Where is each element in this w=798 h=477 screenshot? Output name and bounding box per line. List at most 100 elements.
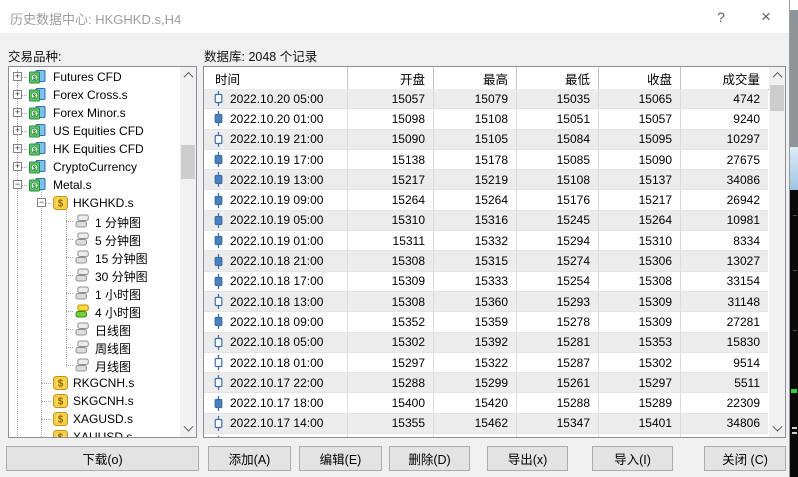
scroll-up-arrow-icon[interactable] (769, 67, 785, 83)
collapse-minus-icon[interactable]: − (13, 180, 22, 189)
cell-time: 2022.10.18 09:00 (230, 315, 323, 329)
tree-item[interactable]: $ SKGCNH.s (9, 392, 196, 410)
tree-item-label: 月线图 (95, 358, 131, 375)
table-row[interactable]: 2022.10.18 17:00153091533315254153083315… (204, 272, 768, 292)
tree-item-label: 4 小时图 (95, 304, 141, 321)
table-row[interactable]: 2022.10.20 05:00150571507915035150654742 (204, 89, 768, 109)
tree-item[interactable]: − $ Metal.s (9, 176, 196, 194)
tree-item[interactable]: 1 小时图 (9, 284, 196, 302)
export-button[interactable]: 导出(x) (487, 446, 568, 471)
tree-item[interactable]: $ XAGUSD.s (9, 410, 196, 428)
collapse-minus-icon[interactable]: − (37, 198, 46, 207)
tree-item[interactable]: 月线图 (9, 356, 196, 374)
scroll-down-arrow-icon[interactable] (769, 421, 785, 437)
tree-item-label: Forex Cross.s (53, 88, 128, 102)
cell-low: 15085 (517, 150, 599, 169)
tree-item[interactable]: 15 分钟图 (9, 248, 196, 266)
svg-text:$: $ (58, 199, 64, 210)
scroll-down-arrow-icon[interactable] (180, 421, 196, 437)
tree-item[interactable]: 日线图 (9, 320, 196, 338)
table-row-partial[interactable] (204, 434, 768, 438)
table-row[interactable]: 2022.10.19 05:00153101531615245152641098… (204, 211, 768, 231)
cell-volume: 13027 (681, 251, 768, 270)
cell-open: 15057 (348, 89, 434, 108)
table-scrollbar-thumb[interactable] (770, 85, 784, 111)
folder-dollar-icon: $ (29, 142, 46, 156)
close-button[interactable]: 关闭 (C) (704, 446, 786, 471)
candle-up-icon (214, 416, 223, 431)
cell-low: 15176 (517, 190, 599, 209)
cell-high: 15392 (434, 333, 517, 352)
cell-open: 15297 (348, 353, 434, 372)
table-row[interactable]: 2022.10.17 22:00152881529915261152975511 (204, 373, 768, 393)
table-row[interactable]: 2022.10.20 01:00150981510815051150579240 (204, 109, 768, 129)
expand-plus-icon[interactable]: + (13, 108, 22, 117)
column-header[interactable]: 时间 (204, 67, 348, 89)
cell-high: 15322 (434, 353, 517, 372)
symbol-dollar-icon: $ (53, 430, 70, 438)
column-header[interactable]: 最高 (434, 67, 517, 89)
tree-item[interactable]: + $ Futures CFD (9, 68, 196, 86)
expand-plus-icon[interactable]: + (13, 126, 22, 135)
table-row[interactable]: 2022.10.19 17:00151381517815085150902767… (204, 150, 768, 170)
candle-up-icon (214, 355, 223, 370)
table-row[interactable]: 2022.10.17 14:00153551546215347154013480… (204, 414, 768, 434)
column-header[interactable]: 开盘 (348, 67, 434, 89)
folder-dollar-icon: $ (29, 106, 46, 120)
tree-item[interactable]: 30 分钟图 (9, 266, 196, 284)
table-row[interactable]: 2022.10.18 05:00153021539215281153531583… (204, 333, 768, 353)
expand-plus-icon[interactable]: + (13, 162, 22, 171)
cell-volume: 10981 (681, 211, 768, 230)
tree-item[interactable]: + $ Forex Cross.s (9, 86, 196, 104)
download-button[interactable]: 下载(o) (6, 446, 199, 471)
tree-item[interactable]: 周线图 (9, 338, 196, 356)
tree-item[interactable]: $ RKGCNH.s (9, 374, 196, 392)
tree-item[interactable]: $ XAUUSD.s (9, 428, 196, 438)
cell-time: 2022.10.20 01:00 (230, 112, 323, 126)
table-row[interactable]: 2022.10.18 01:00152971532215287153029514 (204, 353, 768, 373)
expand-plus-icon[interactable]: + (13, 72, 22, 81)
tree-connector-line (66, 221, 73, 222)
cell-low: 15294 (517, 231, 599, 250)
expand-plus-icon[interactable]: + (13, 144, 22, 153)
column-header[interactable]: 成交量 (681, 67, 768, 89)
edit-button[interactable]: 编辑(E) (299, 446, 382, 471)
tree-item[interactable]: + $ US Equities CFD (9, 122, 196, 140)
tree-item-label: 周线图 (95, 340, 131, 357)
tree-item-label: 30 分钟图 (95, 268, 148, 285)
tree-item[interactable]: + $ CryptoCurrency (9, 158, 196, 176)
cell-open: 15308 (348, 292, 434, 311)
tree-item[interactable]: − $ HKGHKD.s (9, 194, 196, 212)
delete-button[interactable]: 删除(D) (389, 446, 470, 471)
tree-item[interactable]: + $ Forex Minor.s (9, 104, 196, 122)
tree-item[interactable]: 5 分钟图 (9, 230, 196, 248)
close-window-button[interactable]: × (753, 5, 779, 29)
tree-item[interactable]: 1 分钟图 (9, 212, 196, 230)
tree-item[interactable]: + $ HK Equities CFD (9, 140, 196, 158)
table-row[interactable]: 2022.10.18 09:00153521535915278153092728… (204, 312, 768, 332)
table-row[interactable]: 2022.10.19 13:00152171521915108151373408… (204, 170, 768, 190)
column-header[interactable]: 收盘 (599, 67, 681, 89)
column-header[interactable]: 最低 (517, 67, 599, 89)
table-row[interactable]: 2022.10.18 13:00153081536015293153093114… (204, 292, 768, 312)
tree-item-label: HKGHKD.s (73, 196, 134, 210)
tree-scrollbar[interactable] (180, 67, 196, 437)
expand-plus-icon[interactable]: + (13, 90, 22, 99)
title-bar: 历史数据中心: HKGHKD.s,H4 ? × (0, 0, 790, 33)
tree-scrollbar-thumb[interactable] (181, 145, 195, 179)
table-scrollbar[interactable] (769, 67, 785, 437)
cell-time: 2022.10.20 05:00 (230, 92, 323, 106)
scroll-up-arrow-icon[interactable] (180, 67, 196, 83)
add-button[interactable]: 添加(A) (208, 446, 291, 471)
table-row[interactable]: 2022.10.19 01:00153111533215294153108334 (204, 231, 768, 251)
tree-item-label: 1 分钟图 (95, 214, 141, 231)
import-button[interactable]: 导入(I) (592, 446, 673, 471)
help-button[interactable]: ? (708, 5, 734, 29)
tree-item[interactable]: 4 小时图 (9, 302, 196, 320)
tree-item-label: Metal.s (53, 178, 92, 192)
table-row[interactable]: 2022.10.18 21:00153081531515274153061302… (204, 251, 768, 271)
table-row[interactable]: 2022.10.19 09:00152641526415176152172694… (204, 190, 768, 210)
cell-time: 2022.10.18 05:00 (230, 335, 323, 349)
table-row[interactable]: 2022.10.17 18:00154001542015288152892230… (204, 393, 768, 413)
table-row[interactable]: 2022.10.19 21:00150901510515084150951029… (204, 130, 768, 150)
